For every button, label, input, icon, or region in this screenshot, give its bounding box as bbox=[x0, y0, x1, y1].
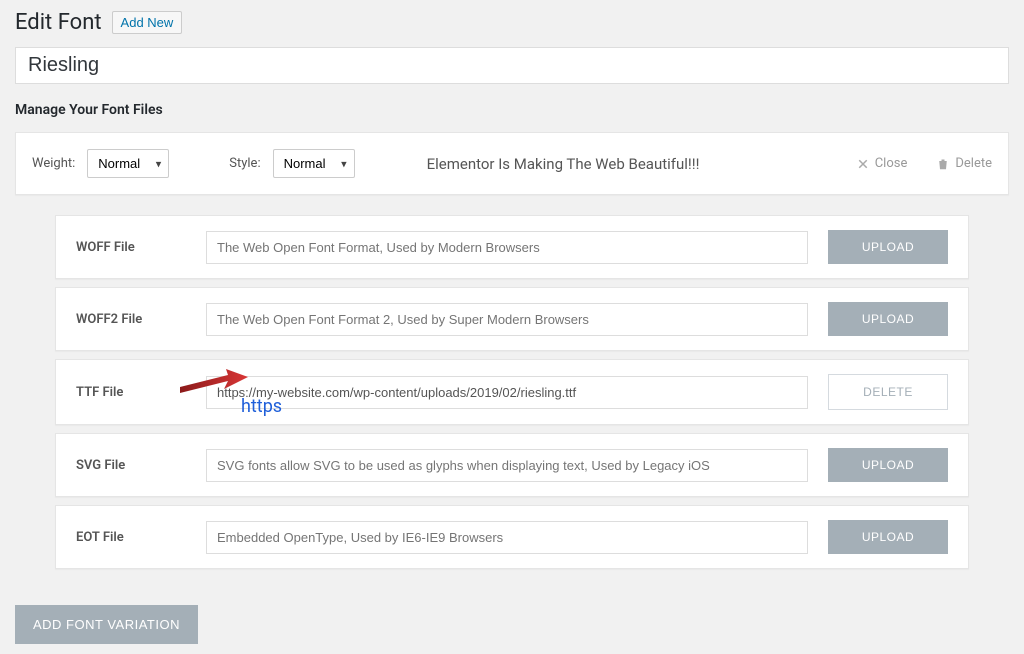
close-button[interactable]: Close bbox=[857, 156, 908, 171]
file-type-label: EOT File bbox=[76, 530, 186, 545]
file-url-input[interactable] bbox=[206, 376, 808, 409]
file-url-input[interactable] bbox=[206, 449, 808, 482]
config-panel: Weight: Normal Style: Normal Elementor I… bbox=[15, 132, 1009, 195]
file-row: WOFF File UPLOAD bbox=[55, 215, 969, 279]
manage-files-label: Manage Your Font Files bbox=[15, 102, 1009, 118]
file-url-input[interactable] bbox=[206, 521, 808, 554]
page-header: Edit Font Add New bbox=[15, 10, 1009, 35]
upload-file-button[interactable]: UPLOAD bbox=[828, 520, 948, 554]
style-select[interactable]: Normal bbox=[273, 149, 355, 178]
add-new-button[interactable]: Add New bbox=[112, 11, 183, 34]
weight-label: Weight: bbox=[32, 156, 75, 171]
upload-file-button[interactable]: UPLOAD bbox=[828, 302, 948, 336]
style-label: Style: bbox=[229, 156, 260, 171]
delete-file-button[interactable]: DELETE bbox=[828, 374, 948, 410]
weight-select-wrap: Normal bbox=[87, 149, 169, 178]
file-type-label: SVG File bbox=[76, 458, 186, 473]
file-type-label: TTF File bbox=[76, 385, 186, 400]
file-url-input[interactable] bbox=[206, 231, 808, 264]
page-title: Edit Font bbox=[15, 10, 102, 35]
file-row: WOFF2 File UPLOAD bbox=[55, 287, 969, 351]
delete-action[interactable]: Delete bbox=[937, 156, 992, 171]
weight-select[interactable]: Normal bbox=[87, 149, 169, 178]
file-type-label: WOFF File bbox=[76, 240, 186, 255]
add-font-variation-button[interactable]: ADD FONT VARIATION bbox=[15, 605, 198, 644]
upload-file-button[interactable]: UPLOAD bbox=[828, 448, 948, 482]
style-select-wrap: Normal bbox=[273, 149, 355, 178]
preview-text: Elementor Is Making The Web Beautiful!!! bbox=[427, 155, 700, 173]
file-row: TTF FileDELETEhttps bbox=[55, 359, 969, 425]
file-row: SVG File UPLOAD bbox=[55, 433, 969, 497]
file-url-input[interactable] bbox=[206, 303, 808, 336]
file-row: EOT File UPLOAD bbox=[55, 505, 969, 569]
file-type-label: WOFF2 File bbox=[76, 312, 186, 327]
close-icon bbox=[857, 158, 869, 170]
font-name-input[interactable] bbox=[15, 47, 1009, 84]
upload-file-button[interactable]: UPLOAD bbox=[828, 230, 948, 264]
trash-icon bbox=[937, 158, 949, 170]
